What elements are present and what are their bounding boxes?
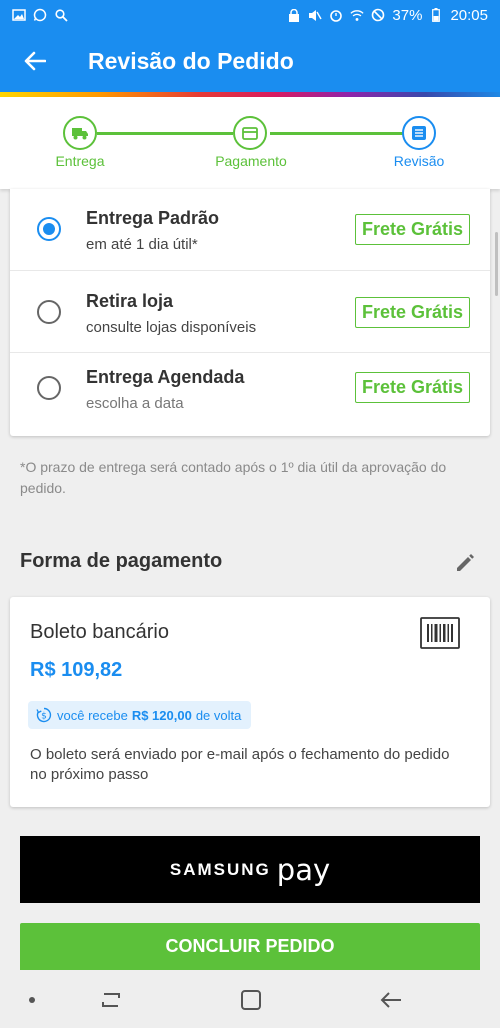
truck-icon	[72, 128, 88, 140]
payment-description: O boleto será enviado por e-mail após o …	[30, 746, 450, 783]
home-icon	[241, 990, 261, 1010]
dot-icon	[29, 997, 35, 1003]
lock-icon	[287, 8, 301, 22]
conclude-order-button[interactable]: CONCLUIR PEDIDO	[20, 923, 480, 970]
svg-text:$: $	[41, 712, 47, 722]
cashback-badge: $ você recebe R$ 120,00 de volta	[28, 701, 252, 729]
delivery-option-subtitle: consulte lojas disponíveis	[86, 319, 257, 336]
document-icon	[412, 126, 426, 140]
step-review[interactable]	[402, 116, 436, 150]
scrollbar-thumb[interactable]	[495, 232, 498, 296]
stepper-line-2	[270, 132, 403, 135]
payment-method: Boleto bancário	[30, 621, 169, 643]
radio-unselected[interactable]	[37, 300, 61, 324]
barcode-icon	[420, 617, 460, 649]
back-icon	[380, 992, 401, 1008]
mute-icon	[308, 8, 323, 22]
no-data-icon	[371, 8, 385, 22]
step-delivery[interactable]	[63, 116, 97, 150]
cashback-suffix: de volta	[195, 707, 242, 723]
delivery-option-title: Entrega Padrão	[86, 208, 220, 228]
system-back-button[interactable]	[376, 987, 406, 1013]
recent-apps-button[interactable]	[96, 987, 126, 1013]
wifi-icon	[350, 8, 365, 22]
step-label-payment: Pagamento	[215, 153, 287, 169]
cashback-prefix: você recebe	[57, 707, 128, 723]
delivery-option-store-pickup[interactable]: Retira loja consulte lojas disponíveis F…	[10, 271, 490, 353]
delivery-option-subtitle: escolha a data	[86, 395, 184, 412]
step-label-delivery: Entrega	[55, 153, 105, 169]
alarm-icon	[329, 8, 343, 22]
free-shipping-badge: Frete Grátis	[355, 297, 470, 328]
whatsapp-icon	[33, 8, 47, 22]
radio-selected[interactable]	[37, 217, 61, 241]
back-button[interactable]	[0, 30, 70, 92]
delivery-option-standard[interactable]: Entrega Padrão em até 1 dia útil* Frete …	[10, 189, 490, 271]
checkout-stepper: Entrega Pagamento Revisão	[0, 97, 500, 189]
edit-payment-button[interactable]	[452, 550, 478, 576]
payment-section-title: Forma de pagamento	[20, 550, 223, 572]
cashback-icon: $	[36, 707, 52, 723]
home-button[interactable]	[236, 986, 266, 1014]
page-title: Revisão do Pedido	[88, 47, 294, 74]
samsung-pay-word: pay	[276, 852, 331, 887]
delivery-option-scheduled[interactable]: Entrega Agendada escolha a data Frete Gr…	[10, 353, 490, 436]
stepper-line-1	[97, 132, 233, 135]
free-shipping-badge: Frete Grátis	[355, 372, 470, 403]
nav-dot-button[interactable]	[22, 990, 42, 1010]
cashback-amount: R$ 120,00	[131, 707, 192, 723]
delivery-option-subtitle: em até 1 dia útil*	[86, 236, 198, 253]
search-icon	[54, 8, 68, 22]
delivery-option-title: Retira loja	[86, 291, 174, 311]
free-shipping-badge: Frete Grátis	[355, 214, 470, 245]
delivery-note: *O prazo de entrega será contado após o …	[20, 459, 447, 496]
delivery-options-card: Entrega Padrão em até 1 dia útil* Frete …	[10, 189, 490, 436]
recent-apps-icon	[102, 993, 120, 1007]
battery-icon	[429, 8, 443, 22]
app-bar: Revisão do Pedido	[0, 30, 500, 92]
card-icon	[242, 126, 258, 140]
delivery-option-title: Entrega Agendada	[86, 367, 245, 387]
step-payment[interactable]	[233, 116, 267, 150]
samsung-pay-brand: SAMSUNG	[169, 859, 271, 879]
payment-card: Boleto bancário R$ 109,82 $ você recebe …	[10, 597, 490, 807]
payment-total: R$ 109,82	[30, 659, 123, 681]
pencil-icon	[457, 554, 474, 571]
status-bar: 37% 20:05	[0, 0, 500, 30]
samsung-pay-button[interactable]: SAMSUNG pay	[20, 836, 480, 903]
battery-percent: 37%	[392, 6, 423, 24]
radio-unselected[interactable]	[37, 376, 61, 400]
gallery-icon	[12, 8, 26, 22]
clock: 20:05	[450, 6, 488, 24]
system-nav-bar	[0, 970, 500, 1028]
step-label-review: Revisão	[393, 153, 445, 169]
arrow-left-icon	[24, 51, 46, 71]
